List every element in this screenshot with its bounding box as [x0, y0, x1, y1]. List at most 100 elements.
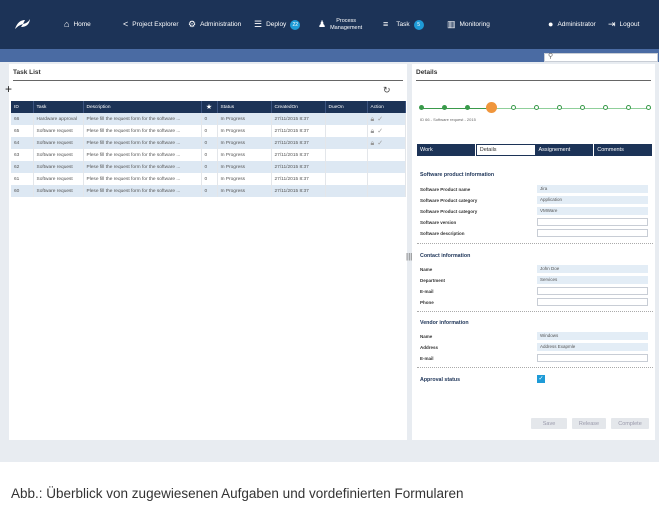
nav-project-explorer[interactable]: < Project Explorer — [123, 0, 179, 49]
cell-status: In Progress — [217, 113, 272, 125]
cell-id: 60 — [11, 185, 34, 197]
nav-process-line1: Process — [336, 17, 357, 24]
contact-name-field[interactable]: John Doe — [537, 265, 648, 273]
workflow-progress — [419, 102, 651, 115]
nav-task-label: Task — [396, 21, 410, 28]
field-label: Software Product category — [420, 198, 478, 203]
nav-deploy[interactable]: ☰ Deploy 22 — [254, 0, 301, 49]
nav-monitoring[interactable]: ▥ Monitoring — [447, 0, 490, 49]
nav-logout[interactable]: ⇥ Logout — [608, 0, 639, 49]
software-category-field[interactable]: VMWare — [537, 207, 648, 215]
table-row[interactable]: 61 Software request Plese fill the request… — [11, 173, 406, 185]
contact-email-field[interactable] — [537, 287, 648, 295]
tab-work[interactable]: Work — [417, 144, 476, 156]
column-header[interactable]: DueOn — [325, 101, 368, 113]
column-header[interactable]: Status — [217, 101, 272, 113]
cell-status: In Progress — [217, 161, 272, 173]
step-dot — [557, 105, 562, 110]
app-logo[interactable] — [12, 0, 34, 49]
section-separator — [417, 311, 653, 312]
field-label: E-mail — [420, 289, 434, 294]
vendor-name-field[interactable]: Windows — [537, 332, 648, 340]
cell-status: In Progress — [217, 137, 272, 149]
cell-description: Plese fill the request form for the soft… — [83, 185, 202, 197]
cell-task: Hardware approval — [33, 113, 84, 125]
star-column-header[interactable]: ★ — [201, 101, 218, 113]
search-input[interactable]: ⚲ — [544, 53, 658, 62]
nav-process-management[interactable]: ♟ Process Management — [318, 0, 362, 49]
software-name-field[interactable]: Jira — [537, 185, 648, 193]
release-button[interactable]: Release — [572, 418, 606, 429]
approve-check-icon[interactable]: ✓ — [377, 140, 383, 147]
contact-phone-field[interactable] — [537, 298, 648, 306]
nav-administration[interactable]: ⚙ Administration — [188, 0, 241, 49]
lock-icon[interactable]: 🔒︎ — [371, 116, 375, 123]
software-description-field[interactable] — [537, 229, 648, 237]
nav-monitoring-label: Monitoring — [459, 21, 490, 28]
cell-id: 66 — [11, 113, 34, 125]
cell-id: 63 — [11, 149, 34, 161]
approve-check-icon[interactable]: ✓ — [377, 116, 383, 123]
nav-home[interactable]: ⌂ Home — [64, 0, 91, 49]
cell-action: 🔒︎ ✓ — [367, 137, 406, 149]
step-dot — [419, 105, 424, 110]
star-icon: ★ — [205, 104, 213, 111]
table-row[interactable]: 60 Software request Plese fill the request… — [11, 185, 406, 197]
deploy-icon: ☰ — [254, 19, 263, 29]
vendor-email-field[interactable] — [537, 354, 648, 362]
column-header[interactable]: ID — [11, 101, 34, 113]
vendor-address-field[interactable]: Address Exapmle — [537, 343, 648, 351]
column-header[interactable]: Task — [33, 101, 84, 113]
step-dot — [534, 105, 539, 110]
title-divider — [416, 80, 651, 81]
field-label: Address — [420, 345, 439, 350]
column-header[interactable]: Action — [367, 101, 406, 113]
field-label: Software Product category — [420, 209, 478, 214]
cell-flag: 0 — [201, 137, 218, 149]
cell-action — [367, 185, 406, 197]
table-row[interactable]: 64 Software request Plese fill the request… — [11, 137, 406, 149]
approve-check-icon[interactable]: ✓ — [377, 128, 383, 135]
section-separator — [417, 367, 653, 368]
software-version-field[interactable] — [537, 218, 648, 226]
tab-comments[interactable]: Comments — [594, 144, 653, 156]
table-row[interactable]: 63 Software request Plese fill the request… — [11, 149, 406, 161]
step-dot — [511, 105, 516, 110]
cell-created: 27/11/2015 8:37 — [271, 137, 326, 149]
nav-logout-label: Logout — [619, 21, 640, 28]
deploy-count-badge: 22 — [290, 19, 301, 30]
complete-button[interactable]: Complete — [611, 418, 649, 429]
tab-assignment[interactable]: Assignement — [535, 144, 595, 156]
contact-department-field[interactable]: Services — [537, 276, 648, 284]
current-step-dot — [486, 102, 497, 113]
progress-line-done — [421, 108, 494, 109]
table-row[interactable]: 65 Software request Plese fill the request… — [11, 125, 406, 137]
cell-id: 65 — [11, 125, 34, 137]
nav-task[interactable]: ≡ Task 5 — [383, 0, 424, 49]
lock-icon[interactable]: 🔒︎ — [371, 140, 375, 147]
add-task-icon[interactable]: + — [5, 83, 12, 95]
tab-details[interactable]: Details — [475, 144, 536, 156]
cell-created: 27/11/2015 8:37 — [271, 185, 326, 197]
cell-flag: 0 — [201, 161, 218, 173]
task-id-label: ID 66 - Software request - 2015 — [420, 117, 476, 122]
approval-checkbox[interactable]: ✓ — [537, 375, 545, 383]
cell-action: 🔒︎ ✓ — [367, 113, 406, 125]
cell-due — [325, 185, 368, 197]
user-icon: ● — [548, 19, 554, 29]
process-icon: ♟ — [318, 19, 327, 29]
column-header[interactable]: Description — [83, 101, 202, 113]
nav-user-label: Administrator — [557, 21, 596, 28]
task-count-badge: 5 — [413, 19, 424, 30]
nav-user[interactable]: ● Administrator — [548, 0, 596, 49]
save-button[interactable]: Save — [531, 418, 567, 429]
cell-description: Plese fill the request form for the soft… — [83, 173, 202, 185]
details-tabs: Work Details Assignement Comments — [417, 144, 653, 156]
lock-icon[interactable]: 🔒︎ — [371, 128, 375, 135]
table-row[interactable]: 62 Software request Plese fill the request… — [11, 161, 406, 173]
refresh-icon[interactable]: ↻ — [383, 86, 391, 95]
vendor-section-heading: Vendor information — [420, 320, 469, 326]
column-header[interactable]: CreatedOn — [271, 101, 326, 113]
software-category-field[interactable]: Application — [537, 196, 648, 204]
table-row[interactable]: 66 Hardware approval Plese fill the reques… — [11, 113, 406, 125]
